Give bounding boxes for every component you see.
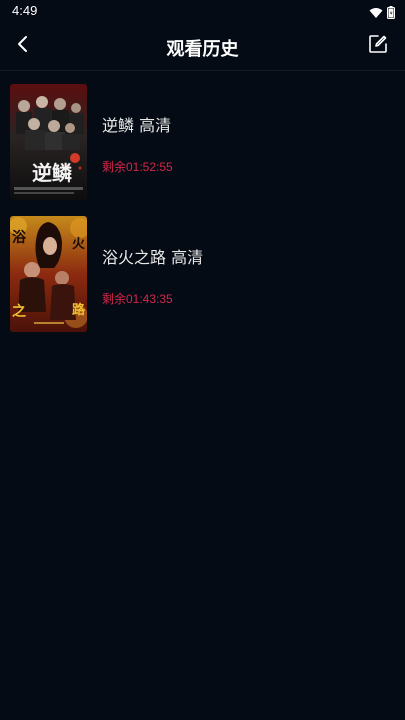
svg-text:火: 火 — [72, 237, 86, 252]
battery-icon — [387, 4, 395, 23]
edit-button[interactable] — [365, 33, 391, 59]
status-bar: 4:49 — [0, 0, 405, 24]
history-item[interactable]: 浴 火 之 路 浴火之路 高清 剩余01:43:35 — [0, 216, 405, 332]
history-list: 逆鳞 逆鳞 高清 剩余01:52:55 浴 火 之 路 浴火之路 高清 剩余01… — [0, 84, 405, 348]
svg-text:浴: 浴 — [12, 229, 27, 246]
poster-image: 逆鳞 — [10, 84, 87, 200]
history-item-title: 浴火之路 高清 — [102, 248, 204, 267]
status-icons — [369, 4, 395, 23]
poster-image: 浴 火 之 路 — [10, 216, 87, 332]
header-divider — [0, 70, 405, 71]
edit-icon — [368, 34, 388, 58]
history-item-title: 逆鳞 高清 — [102, 116, 172, 135]
svg-text:之: 之 — [12, 303, 26, 320]
svg-text:路: 路 — [72, 302, 86, 318]
status-time: 4:49 — [12, 3, 38, 18]
history-item-remaining: 剩余01:52:55 — [102, 160, 173, 174]
history-item-remaining: 剩余01:43:35 — [102, 292, 173, 306]
app-header: 观看历史 — [0, 24, 405, 70]
page-title: 观看历史 — [166, 39, 239, 60]
wifi-icon — [369, 4, 383, 23]
history-item[interactable]: 逆鳞 逆鳞 高清 剩余01:52:55 — [0, 84, 405, 200]
poster-title-text: 逆鳞 — [32, 161, 73, 185]
